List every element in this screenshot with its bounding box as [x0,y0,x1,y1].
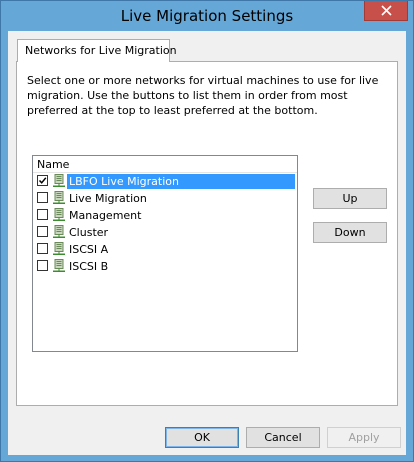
window-title: Live Migration Settings [120,7,294,25]
tab-networks-for-live-migration[interactable]: Networks for Live Migration [17,39,177,62]
network-adapter-icon [52,191,66,205]
close-icon [381,5,392,16]
item-checkbox[interactable] [37,226,48,237]
network-adapter-icon [52,242,66,256]
network-list[interactable]: Name LBFO Live Migration Live Migration Ma… [32,155,298,352]
list-item[interactable]: Cluster [33,224,297,241]
list-item[interactable]: ISCSI A [33,241,297,258]
checkmark-icon [38,177,47,184]
ok-button[interactable]: OK [165,427,239,448]
list-item-label: Cluster [69,226,109,239]
column-header-name: Name [37,158,70,171]
item-checkbox[interactable] [37,209,48,220]
network-adapter-icon [52,174,66,188]
down-button[interactable]: Down [313,222,387,243]
up-button[interactable]: Up [313,188,387,209]
list-item[interactable]: LBFO Live Migration [33,173,297,190]
network-adapter-icon [52,259,66,273]
list-item-label: ISCSI A [69,243,109,256]
tab-label: Networks for Live Migration [25,44,177,57]
item-checkbox[interactable] [37,243,48,254]
item-checkbox[interactable] [37,260,48,271]
network-adapter-icon [52,225,66,239]
list-item-label: ISCSI B [69,260,109,273]
dialog-window: Live Migration Settings Networks for Liv… [0,0,414,462]
list-item-label: Management [69,209,142,222]
list-column-header[interactable]: Name [33,156,297,173]
cancel-button[interactable]: Cancel [246,427,320,448]
list-item[interactable]: ISCSI B [33,258,297,275]
tab-panel: Select one or more networks for virtual … [16,61,398,406]
list-item-label: Live Migration [69,192,147,205]
list-item[interactable]: Management [33,207,297,224]
title-bar[interactable]: Live Migration Settings [1,1,413,31]
description-text: Select one or more networks for virtual … [27,74,379,117]
item-checkbox[interactable] [37,192,48,203]
dialog-body: Networks for Live Migration Select one o… [8,31,406,455]
list-item-label: LBFO Live Migration [67,174,295,189]
item-checkbox[interactable] [37,175,48,186]
list-item[interactable]: Live Migration [33,190,297,207]
apply-button: Apply [327,427,401,448]
network-adapter-icon [52,208,66,222]
close-button[interactable] [364,1,408,21]
